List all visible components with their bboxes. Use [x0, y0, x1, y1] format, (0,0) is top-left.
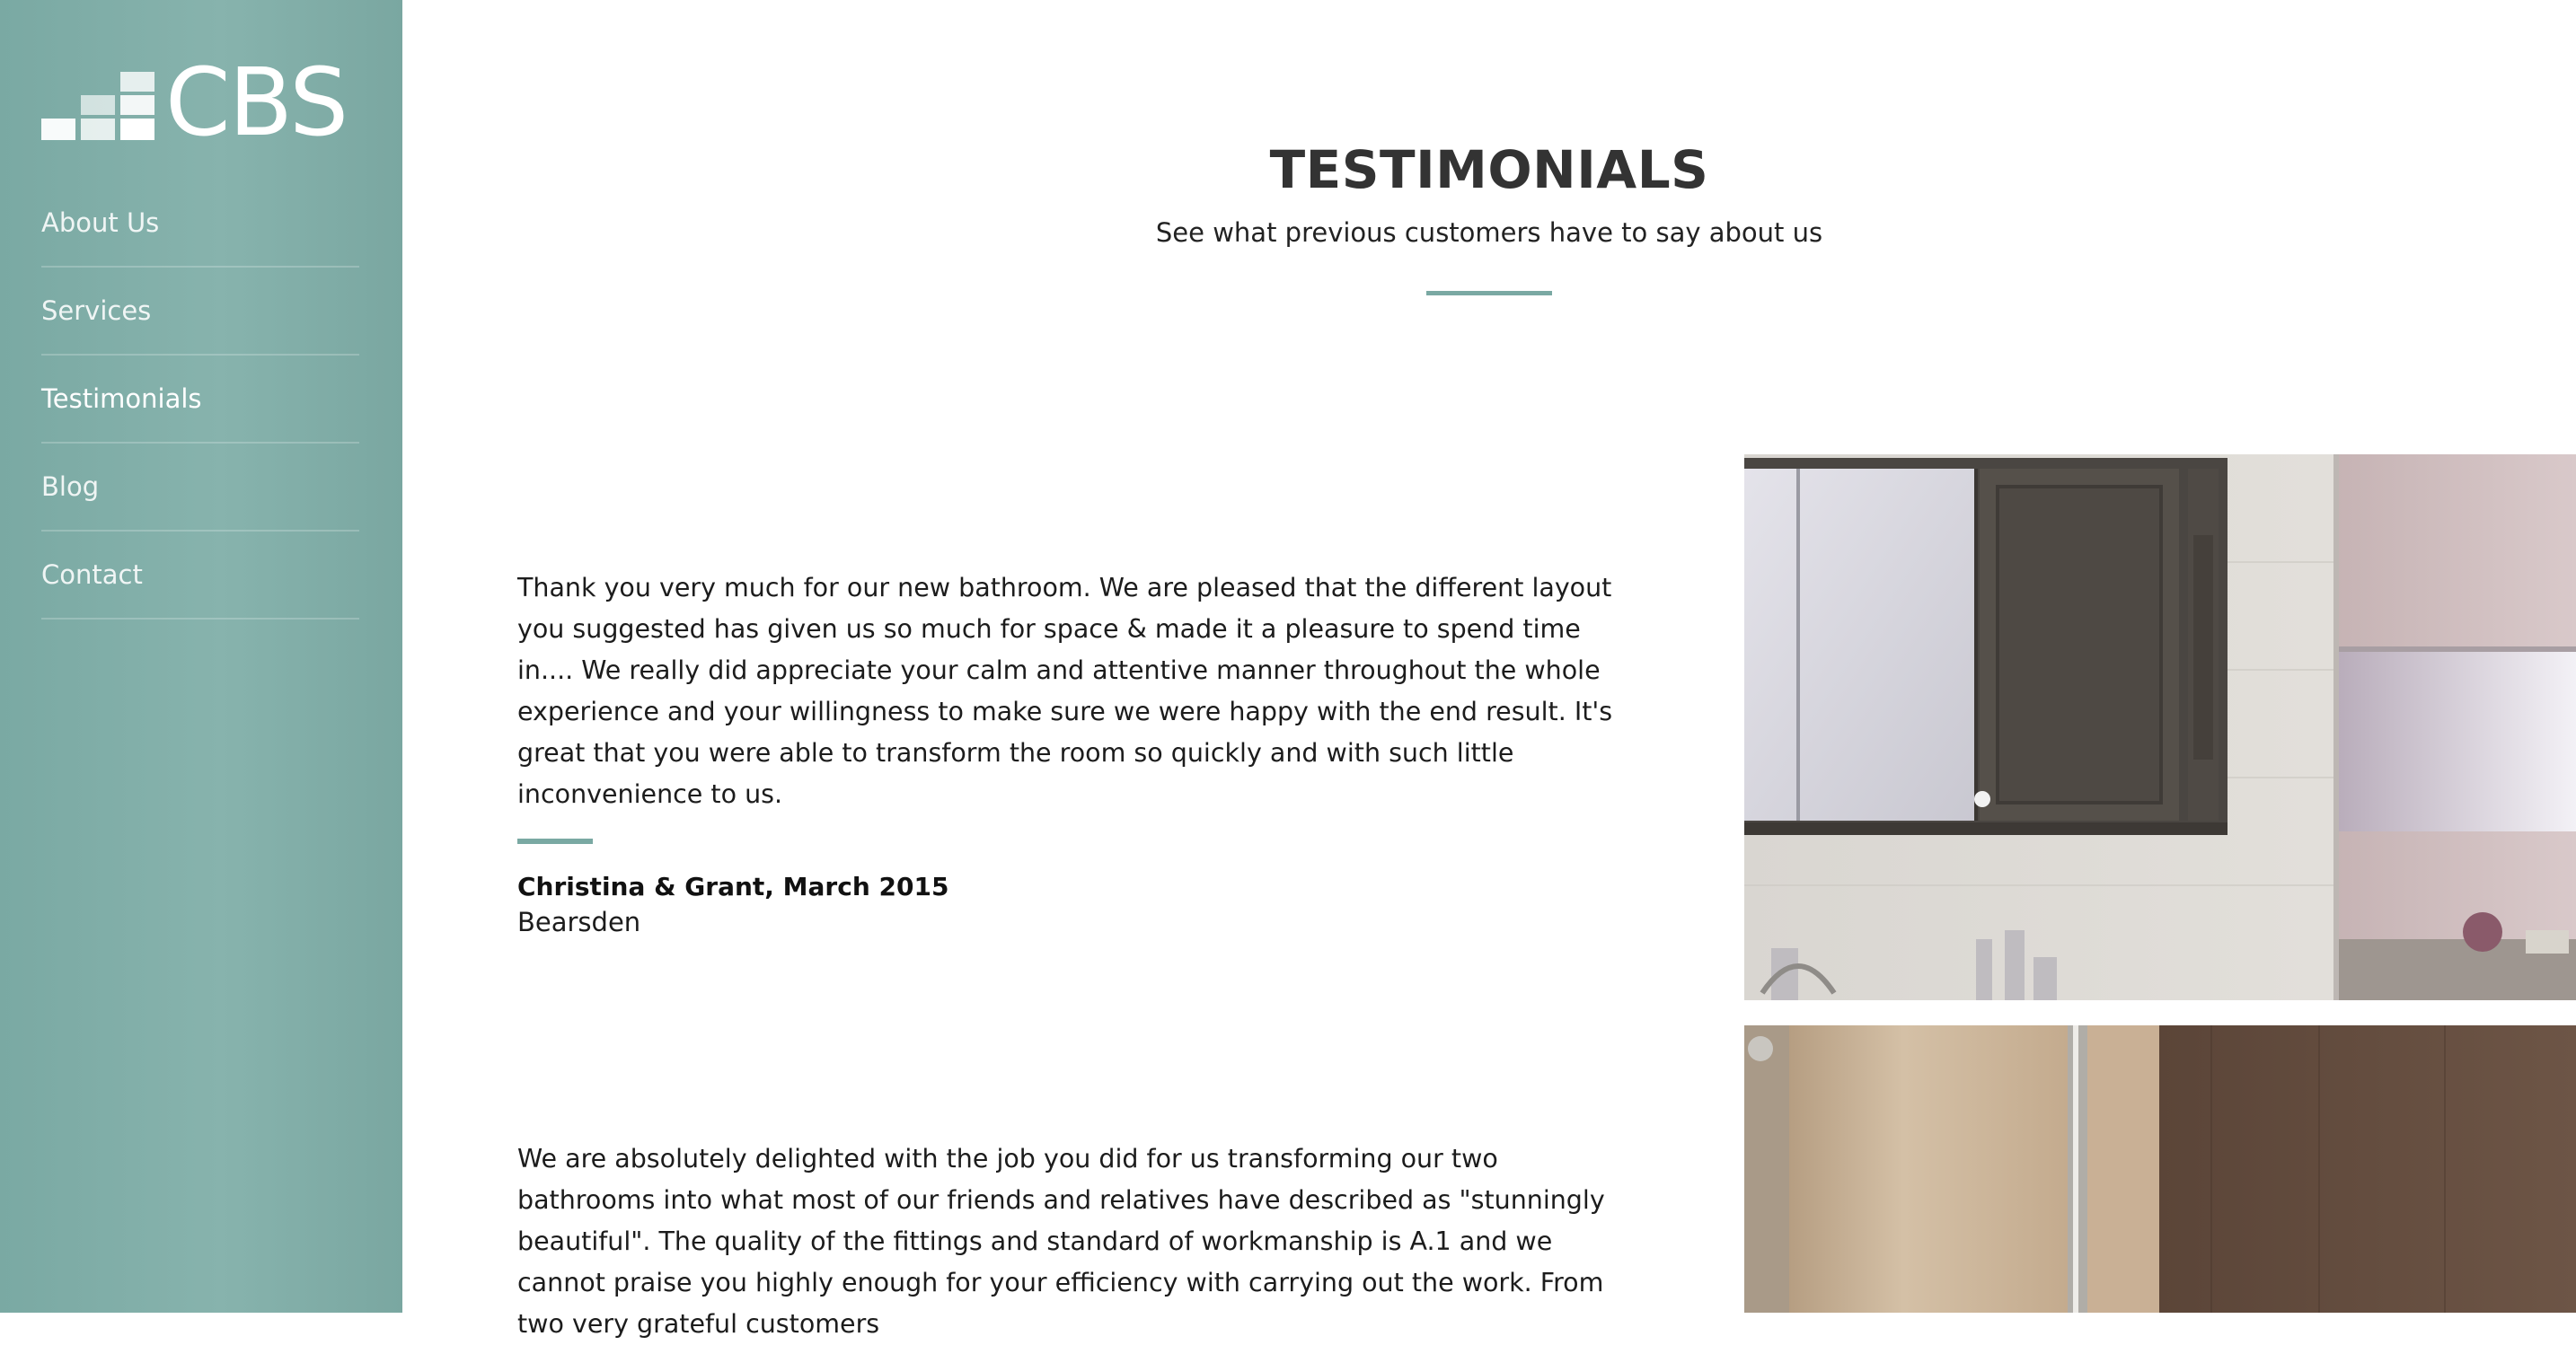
nav-link-testimonials[interactable]: Testimonials [41, 383, 202, 414]
testimonial-location: Bearsden [517, 907, 641, 937]
nav-link-services[interactable]: Services [41, 295, 151, 326]
title-divider [1426, 291, 1552, 295]
nav-item-about-us[interactable]: About Us [41, 180, 359, 268]
page-header: TESTIMONIALS See what previous customers… [402, 135, 2576, 248]
testimonial-2: We are absolutely delighted with the job… [517, 1138, 1640, 1345]
page-title: TESTIMONIALS [1269, 139, 1709, 200]
main-nav: About Us Services Testimonials Blog Cont… [41, 180, 359, 620]
testimonial-author: Christina & Grant, March 2015 [517, 872, 949, 901]
nav-link-about-us[interactable]: About Us [41, 207, 159, 238]
nav-link-contact[interactable]: Contact [41, 559, 143, 590]
testimonial-1-photo [1744, 454, 2576, 1000]
main-content: TESTIMONIALS See what previous customers… [402, 0, 2576, 1339]
nav-item-testimonials[interactable]: Testimonials [41, 356, 359, 444]
nav-item-contact[interactable]: Contact [41, 532, 359, 620]
testimonial-divider [517, 839, 593, 844]
logo-mark-icon [41, 68, 154, 140]
nav-item-services[interactable]: Services [41, 268, 359, 356]
nav-item-blog[interactable]: Blog [41, 444, 359, 532]
testimonial-2-photo [1744, 1025, 2576, 1313]
testimonial-quote: Thank you very much for our new bathroom… [517, 573, 1613, 809]
testimonial-1: Thank you very much for our new bathroom… [517, 567, 1640, 941]
brand-logo[interactable]: CBS [41, 48, 348, 157]
logo-text: CBS [165, 48, 348, 157]
sidebar: CBS About Us Services Testimonials Blog … [0, 0, 402, 1313]
page-subtitle: See what previous customers have to say … [1155, 217, 1823, 248]
testimonial-quote: We are absolutely delighted with the job… [517, 1144, 1605, 1339]
nav-link-blog[interactable]: Blog [41, 471, 99, 502]
